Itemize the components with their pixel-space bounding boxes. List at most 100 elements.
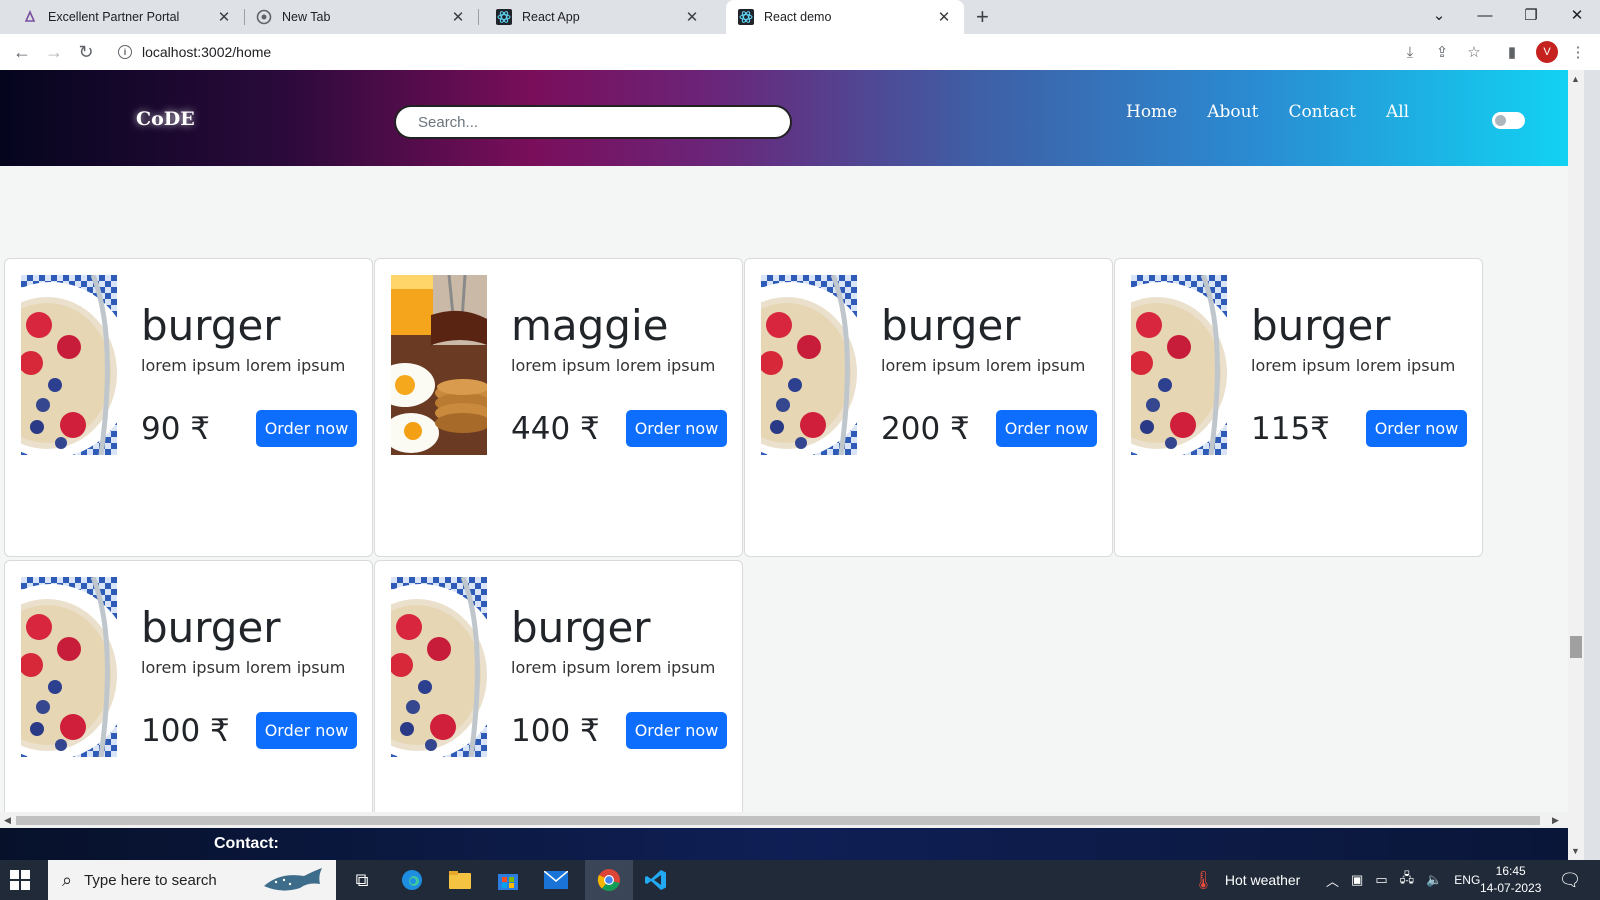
bookmark-star-icon[interactable]: ☆ (1464, 42, 1484, 62)
product-image (21, 275, 117, 455)
close-window-button[interactable]: ✕ (1554, 0, 1600, 30)
close-tab-icon[interactable]: ✕ (450, 8, 466, 26)
url-text: localhost:3002/home (142, 44, 272, 60)
edge-browser-icon[interactable] (398, 866, 426, 894)
more-menu-icon[interactable]: ⋮ (1568, 42, 1588, 62)
reload-icon[interactable]: ↻ (74, 40, 98, 64)
tab-title: React App (522, 10, 580, 24)
address-bar[interactable]: i localhost:3002/home (108, 37, 1408, 67)
product-title: burger (1251, 301, 1391, 350)
product-image (761, 275, 857, 455)
tab-title: React demo (764, 10, 832, 24)
product-price: 90 ₹ (141, 411, 211, 447)
taskbar-clock[interactable]: 16:45 14-07-2023 (1480, 863, 1541, 897)
browser-tab[interactable]: New Tab ✕ (244, 0, 478, 34)
profile-avatar[interactable]: V (1536, 41, 1558, 63)
windows-taskbar: ⌕ Type here to search ⧉ 🌡 Hot weather ︿ … (0, 860, 1600, 900)
product-title: burger (141, 603, 281, 652)
language-indicator[interactable]: ENG (1454, 873, 1480, 887)
product-card: maggie lorem ipsum lorem ipsum 440 ₹ Order … (374, 258, 743, 557)
product-card: burger lorem ipsum lorem ipsum 115₹ Order n… (1114, 258, 1483, 557)
search-icon: ⌕ (62, 869, 73, 890)
file-explorer-icon[interactable] (446, 866, 474, 894)
browser-tab[interactable]: Excellent Partner Portal ✕ (0, 0, 244, 34)
order-now-button[interactable]: Order now (626, 410, 727, 447)
order-now-button[interactable]: Order now (626, 712, 727, 749)
site-brand[interactable]: CoDE (136, 108, 195, 130)
site-navbar: CoDE Home About Contact All (0, 70, 1568, 166)
mail-icon[interactable] (542, 866, 570, 894)
task-view-icon[interactable]: ⧉ (348, 866, 376, 894)
weather-text: Hot weather (1224, 872, 1301, 888)
scroll-left-icon[interactable]: ◀ (4, 815, 11, 826)
nav-link-contact[interactable]: Contact (1288, 102, 1356, 122)
nav-link-about[interactable]: About (1207, 102, 1258, 122)
nav-link-home[interactable]: Home (1126, 102, 1177, 122)
network-icon[interactable]: 🖧 (1400, 869, 1415, 891)
close-tab-icon[interactable]: ✕ (684, 8, 700, 26)
product-title: burger (511, 603, 651, 652)
volume-icon[interactable]: 🔈 (1426, 872, 1442, 888)
horizontal-scroll-thumb[interactable] (16, 816, 1540, 825)
search-input[interactable] (394, 105, 792, 139)
taskbar-search-box[interactable]: ⌕ Type here to search (48, 860, 336, 900)
restore-button[interactable]: ❐ (1508, 0, 1554, 30)
whale-shark-search-highlight-icon (264, 868, 322, 891)
back-arrow-icon[interactable]: ← (10, 40, 34, 64)
scroll-up-icon[interactable]: ▲ (1571, 74, 1580, 84)
oatmeal-berries-image (1131, 275, 1227, 455)
tab-search-chevron-icon[interactable]: ⌄ (1416, 0, 1462, 30)
scroll-down-icon[interactable]: ▼ (1571, 846, 1580, 856)
toggle-knob (1495, 115, 1506, 126)
order-now-button[interactable]: Order now (1366, 410, 1467, 447)
close-tab-icon[interactable]: ✕ (216, 8, 232, 26)
notifications-icon[interactable]: 🗨 (1556, 866, 1584, 894)
weather-widget[interactable]: 🌡 Hot weather (1192, 860, 1300, 900)
theme-toggle[interactable] (1492, 112, 1525, 129)
meet-now-icon[interactable]: ▣ (1351, 872, 1363, 888)
product-title: burger (881, 301, 1021, 350)
order-now-button[interactable]: Order now (996, 410, 1097, 447)
product-description: lorem ipsum lorem ipsum (511, 356, 716, 375)
tab-title: New Tab (282, 10, 331, 24)
site-footer: Contact: (0, 828, 1568, 860)
order-now-button[interactable]: Order now (256, 712, 357, 749)
oatmeal-berries-image (21, 275, 117, 455)
show-hidden-icons-chevron-icon[interactable]: ︿ (1326, 871, 1339, 890)
horizontal-scrollbar[interactable]: ◀ ▶ (0, 812, 1568, 828)
product-image (1131, 275, 1227, 455)
tab-title: Excellent Partner Portal (48, 10, 180, 24)
oatmeal-berries-image (761, 275, 857, 455)
product-price: 200 ₹ (881, 411, 970, 447)
product-price: 115₹ (1251, 411, 1330, 447)
order-now-button[interactable]: Order now (256, 410, 357, 447)
taskbar-search-placeholder: Type here to search (84, 871, 217, 889)
minimize-button[interactable]: — (1462, 0, 1508, 30)
vscode-icon[interactable] (642, 866, 670, 894)
close-tab-icon[interactable]: ✕ (936, 8, 952, 26)
vertical-scroll-thumb[interactable] (1570, 636, 1582, 658)
product-price: 100 ₹ (141, 713, 230, 749)
scroll-right-icon[interactable]: ▶ (1552, 815, 1559, 826)
windows-start-icon[interactable] (10, 870, 30, 890)
nav-links: Home About Contact All (1126, 102, 1409, 122)
thermometer-icon: 🌡 (1192, 869, 1215, 890)
portal-favicon-icon (24, 10, 36, 22)
browser-tab[interactable]: React App ✕ (478, 0, 712, 34)
vertical-scrollbar[interactable]: ▲ ▼ (1568, 70, 1584, 860)
forward-arrow-icon[interactable]: → (42, 40, 66, 64)
product-price: 440 ₹ (511, 411, 600, 447)
new-tab-button[interactable]: + (976, 4, 989, 30)
battery-icon[interactable]: ▭ (1375, 872, 1387, 888)
product-description: lorem ipsum lorem ipsum (1251, 356, 1456, 375)
side-panel-icon[interactable]: ▮ (1502, 42, 1522, 62)
clock-time: 16:45 (1495, 864, 1526, 878)
chrome-taskbar-icon[interactable] (585, 860, 633, 900)
install-app-icon[interactable]: ⤓ (1400, 42, 1420, 62)
share-icon[interactable]: ⇪ (1432, 42, 1452, 62)
product-card: burger lorem ipsum lorem ipsum 90 ₹ Order n… (4, 258, 373, 557)
site-info-icon[interactable]: i (118, 45, 132, 59)
browser-tab-active[interactable]: React demo ✕ (726, 0, 964, 34)
microsoft-store-icon[interactable] (494, 866, 522, 894)
nav-link-all[interactable]: All (1386, 102, 1409, 122)
